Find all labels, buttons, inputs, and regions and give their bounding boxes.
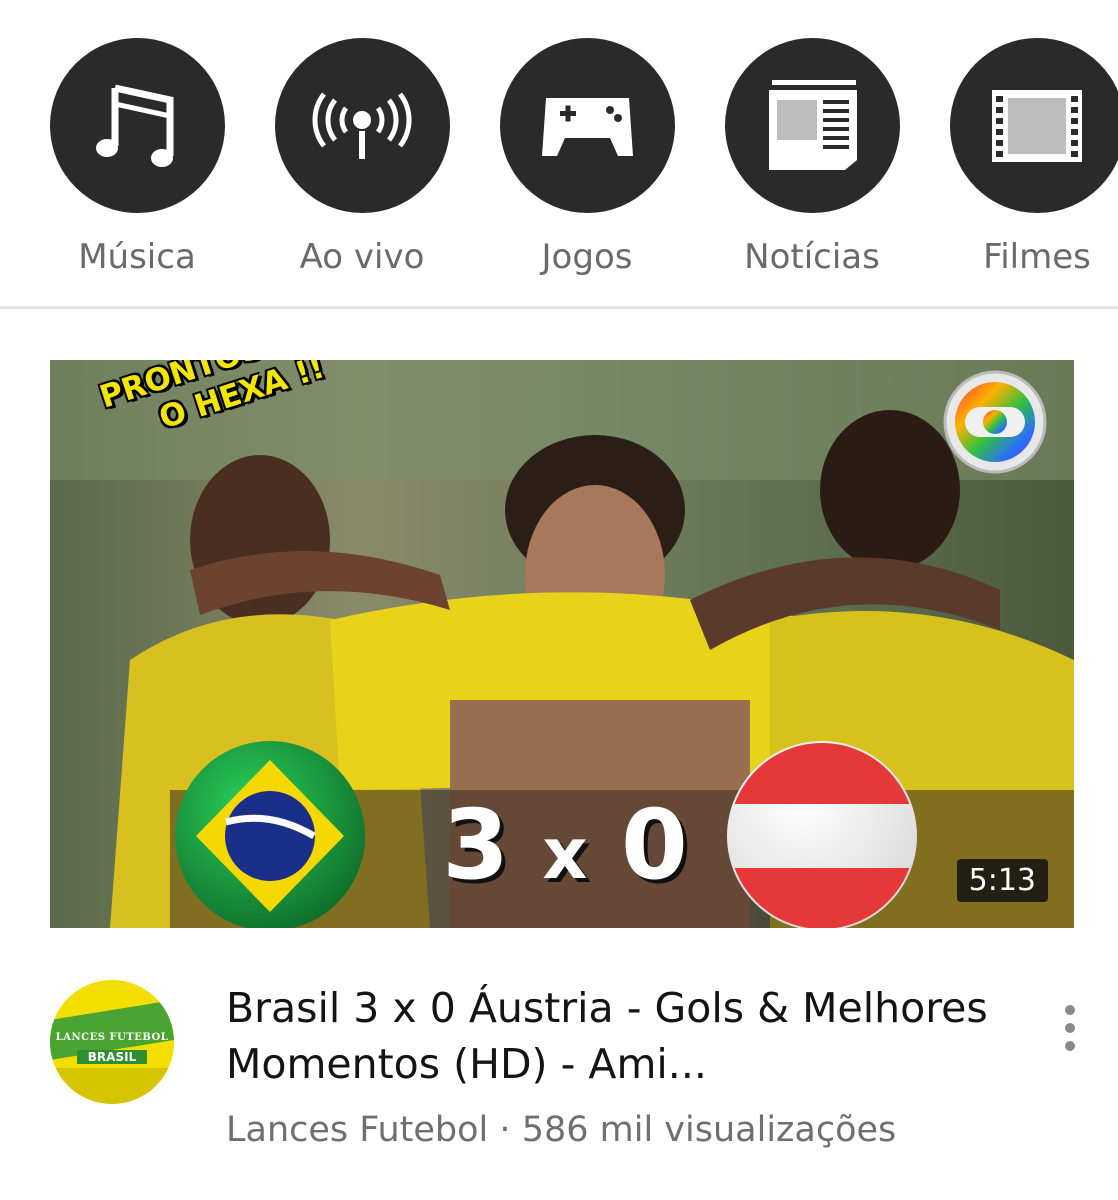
video-title[interactable]: Brasil 3 x 0 Áustria - Gols & Melhores M…: [226, 980, 1016, 1092]
category-live[interactable]: Ao vivo: [252, 38, 472, 277]
more-options-icon[interactable]: [1050, 1000, 1090, 1051]
category-label: Notícias: [744, 237, 880, 277]
avatar-line-2: BRASIL: [77, 1050, 147, 1064]
youtube-home-screen: Música Ao vivo Jogos Notícias Filmes O H…: [0, 0, 1118, 1200]
match-score: 3 x 0: [400, 790, 730, 909]
video-thumbnail[interactable]: PRONTOS PARA O HEXA !! 3 x 0 5:13: [50, 360, 1074, 928]
category-row: Música Ao vivo Jogos Notícias Filmes: [0, 0, 1118, 308]
category-label: Música: [78, 237, 196, 277]
section-divider: [0, 306, 1118, 309]
category-label: Filmes: [983, 237, 1091, 277]
newspaper-icon: [724, 38, 900, 213]
category-music[interactable]: Música: [27, 38, 247, 277]
music-note-icon: [49, 38, 225, 213]
video-metadata: Lances Futebol · 586 mil visualizações: [226, 1110, 1086, 1150]
category-news[interactable]: Notícias: [702, 38, 922, 277]
score-home: 3: [442, 789, 509, 901]
live-broadcast-icon: [274, 38, 450, 213]
meta-separator: ·: [499, 1110, 511, 1150]
category-movies[interactable]: Filmes: [927, 38, 1118, 277]
video-duration-badge: 5:13: [956, 859, 1048, 902]
score-away: 0: [621, 789, 688, 901]
gamepad-icon: [499, 38, 675, 213]
view-count: 586 mil visualizações: [521, 1110, 897, 1150]
category-label: Jogos: [541, 237, 633, 277]
avatar-line-1: LANCES FUTEBOL: [55, 1032, 169, 1043]
film-icon: [949, 38, 1118, 213]
category-games[interactable]: Jogos: [477, 38, 697, 277]
channel-avatar[interactable]: LANCES FUTEBOL BRASIL: [50, 980, 174, 1104]
category-label: Ao vivo: [299, 237, 425, 277]
score-separator: x: [542, 813, 588, 895]
channel-name[interactable]: Lances Futebol: [226, 1110, 488, 1150]
